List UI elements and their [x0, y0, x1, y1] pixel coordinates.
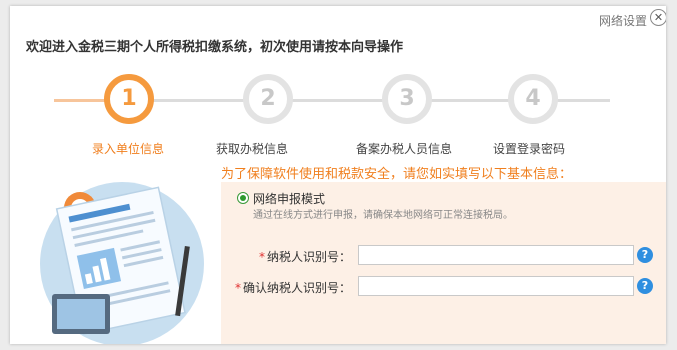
- network-mode-radio[interactable]: [237, 192, 249, 204]
- step-4-label: 设置登录密码: [493, 142, 566, 156]
- setup-wizard-dialog: 网络设置 ✕ 欢迎进入金税三期个人所得税扣缴系统，初次使用请按本向导操作 1 2…: [10, 6, 666, 344]
- network-mode-label[interactable]: 网络申报模式: [253, 190, 325, 207]
- taxpayer-id-label-text: 纳税人识别号：: [267, 250, 352, 264]
- help-icon[interactable]: ?: [637, 247, 653, 263]
- step-4-circle[interactable]: 4: [508, 74, 558, 124]
- required-marker: *: [259, 250, 265, 264]
- confirm-id-label-text: 确认纳税人识别号：: [243, 281, 352, 295]
- step-1-label: 录入单位信息: [92, 142, 165, 156]
- network-settings-link[interactable]: 网络设置: [599, 12, 647, 29]
- confirm-id-label: * 确认纳税人识别号：: [235, 279, 351, 296]
- step-2-label: 获取办税信息: [216, 142, 289, 156]
- document-illustration: [40, 182, 204, 344]
- confirm-id-input[interactable]: [358, 276, 634, 296]
- step-3-label: 备案办税人员信息: [356, 142, 453, 156]
- taxpayer-id-label: * 纳税人识别号：: [259, 248, 351, 265]
- basic-info-form: 网络申报模式 通过在线方式进行申报，请确保本地网络可正常连接税局。 * 纳税人识别…: [221, 182, 666, 344]
- close-icon[interactable]: ✕: [650, 9, 666, 26]
- taxpayer-id-input[interactable]: [358, 245, 634, 265]
- step-2-circle[interactable]: 2: [243, 74, 293, 124]
- help-icon[interactable]: ?: [637, 278, 653, 294]
- network-mode-description: 通过在线方式进行申报，请确保本地网络可正常连接税局。: [253, 210, 513, 221]
- step-1-circle[interactable]: 1: [104, 74, 154, 124]
- step-3-circle[interactable]: 3: [382, 74, 432, 124]
- required-marker: *: [235, 281, 241, 295]
- notice-text: 为了保障软件使用和税款安全，请您如实填写以下基本信息：: [221, 167, 573, 182]
- welcome-title: 欢迎进入金税三期个人所得税扣缴系统，初次使用请按本向导操作: [26, 40, 404, 55]
